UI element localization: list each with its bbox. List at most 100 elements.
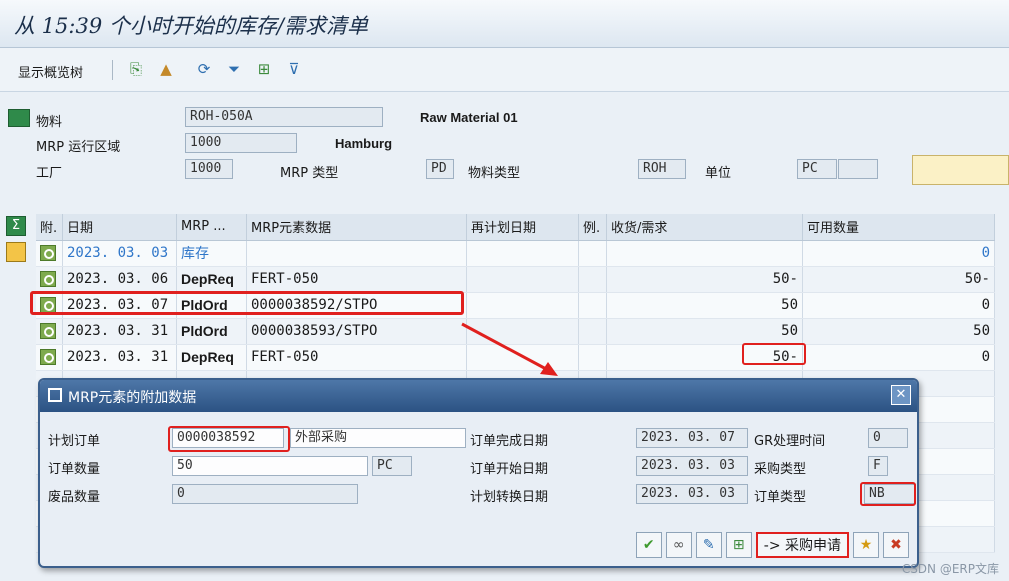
row-mrp-element-data-cell: FERT-050 (246, 344, 467, 371)
annotation-arrow (461, 322, 558, 376)
header-toggle-icon[interactable] (8, 109, 30, 127)
mrp-area-field[interactable]: 1000 (185, 133, 297, 153)
glasses-icon[interactable]: ∞ (665, 532, 692, 558)
row-attach-cell (36, 318, 63, 345)
toolbar: 显示概览树 ⎘ ▲ ⟳ ⏷ ⊞ ⊽ (0, 48, 1009, 92)
planned-order-label: 计划订单 (48, 434, 101, 449)
row-mrp-element-cell: DepReq (176, 266, 247, 293)
order-finish-date-label: 订单完成日期 (470, 434, 549, 449)
unit-field[interactable]: PC (797, 159, 837, 179)
dialog-titlebar: MRP元素的附加数据 ✕ (40, 380, 917, 412)
toolbar-separator (112, 60, 113, 80)
order-finish-date-field[interactable]: 2023. 03. 07 (636, 428, 748, 448)
order-type-label: 订单类型 (754, 490, 807, 505)
row-receipt-requirement-cell: 50- (606, 266, 803, 293)
cancel-button[interactable]: ✖ (883, 532, 909, 558)
dialog-title: MRP元素的附加数据 (68, 390, 197, 406)
material-description: Raw Material 01 (420, 110, 518, 125)
order-start-date-label: 订单开始日期 (470, 462, 549, 477)
row-attach-cell (36, 344, 63, 371)
order-qty-label: 订单数量 (48, 462, 101, 477)
folder-icon[interactable] (6, 242, 26, 262)
table-row[interactable]: 2023. 03. 03 库存 0 (36, 240, 995, 267)
scrap-qty-label: 废品数量 (48, 490, 101, 505)
copy-icon[interactable]: ⎘ (126, 59, 146, 79)
hierarchy-icon[interactable]: ⊞ (254, 59, 274, 79)
row-reschedule-cell (466, 266, 579, 293)
row-available-qty-cell: 50 (802, 318, 995, 345)
gr-processing-time-field[interactable]: 0 (868, 428, 908, 448)
material-type-field[interactable]: ROH (638, 159, 686, 179)
col-header-receipt-requirement[interactable]: 收货/需求 (606, 214, 803, 241)
conversion-date-field[interactable]: 2023. 03. 03 (636, 484, 748, 504)
table-header-row: 附. 日期 MRP ... MRP元素数据 再计划日期 例. 收货/需求 可用数… (36, 214, 995, 241)
filter-icon[interactable]: ⏷ (224, 59, 244, 79)
col-header-mrp-element-data[interactable]: MRP元素数据 (246, 214, 467, 241)
magnifier-icon[interactable] (40, 244, 56, 261)
row-mrp-element-cell: PldOrd (176, 318, 247, 345)
edit-pencil-icon[interactable]: ✎ (695, 532, 722, 558)
row-exception-cell (578, 266, 607, 293)
magnifier-icon[interactable] (40, 348, 56, 365)
row-reschedule-cell (466, 292, 579, 319)
material-type-label: 物料类型 (468, 166, 521, 181)
highlight-requirement-qty (742, 343, 806, 365)
hierarchy-icon[interactable]: ⊞ (725, 532, 752, 558)
mrp-area-label: MRP 运行区域 (36, 140, 121, 155)
procurement-type-label: 采购类型 (754, 462, 807, 477)
col-header-date[interactable]: 日期 (62, 214, 177, 241)
plant-label: 工厂 (36, 166, 63, 181)
dialog-button-bar: ✔ ∞ ✎ ⊞ -> 采购申请 ★ ✖ (635, 532, 909, 558)
order-start-date-field[interactable]: 2023. 03. 03 (636, 456, 748, 476)
row-mrp-element-cell: 库存 (176, 240, 247, 267)
row-available-qty-cell: 0 (802, 292, 995, 319)
conversion-date-label: 计划转换日期 (470, 490, 549, 505)
row-receipt-requirement-cell (606, 240, 803, 267)
unit-extra-field (838, 159, 878, 179)
row-exception-cell (578, 292, 607, 319)
dialog-close-button[interactable]: ✕ (891, 385, 911, 405)
magnifier-icon[interactable] (40, 322, 56, 339)
row-mrp-element-cell: DepReq (176, 344, 247, 371)
show-overview-tree-button[interactable]: 显示概览树 (18, 62, 83, 81)
gr-processing-time-label: GR处理时间 (754, 434, 826, 449)
col-header-attach[interactable]: 附. (36, 214, 63, 241)
order-qty-field[interactable]: 50 (172, 456, 368, 476)
row-receipt-requirement-cell: 50 (606, 292, 803, 319)
dialog-window-icon (48, 388, 62, 402)
filter-clear-icon[interactable]: ⊽ (284, 59, 304, 79)
row-exception-cell (578, 344, 607, 371)
table-row[interactable]: 2023. 03. 06 DepReq FERT-050 50- 50- (36, 266, 995, 293)
star-icon[interactable]: ★ (853, 532, 879, 558)
row-reschedule-cell (466, 240, 579, 267)
col-header-available-qty[interactable]: 可用数量 (802, 214, 995, 241)
row-available-qty-cell: 50- (802, 266, 995, 293)
order-qty-unit-field[interactable]: PC (372, 456, 412, 476)
page-title: 从 15:39 个小时开始的库存/需求清单 (14, 14, 368, 38)
row-available-qty-cell: 0 (802, 240, 995, 267)
highlight-planned-order-row (30, 291, 464, 315)
mrp-type-field[interactable]: PD (426, 159, 454, 179)
sum-icon[interactable]: Σ (6, 216, 26, 236)
row-receipt-requirement-cell: 50 (606, 318, 803, 345)
confirm-button[interactable]: ✔ (635, 532, 662, 558)
magnifier-icon[interactable] (40, 270, 56, 287)
window-titlebar: 从 15:39 个小时开始的库存/需求清单 (0, 0, 1009, 48)
mrp-element-additional-data-dialog: MRP元素的附加数据 ✕ 计划订单 0000038592 外部采购 订单数量 5… (38, 378, 919, 568)
col-header-exception[interactable]: 例. (578, 214, 607, 241)
purchase-requisition-button[interactable]: -> 采购申请 (755, 532, 849, 558)
col-header-reschedule-date[interactable]: 再计划日期 (466, 214, 579, 241)
refresh-icon[interactable]: ⟳ (194, 59, 214, 79)
highlight-order-type (860, 482, 916, 506)
row-exception-cell (578, 318, 607, 345)
col-header-mrp-element[interactable]: MRP ... (176, 214, 247, 241)
plant-field[interactable]: 1000 (185, 159, 233, 179)
unit-label: 单位 (705, 166, 732, 181)
procurement-type-field[interactable]: F (868, 456, 888, 476)
mountain-icon[interactable]: ▲ (156, 59, 176, 79)
header-section: 物料 ROH-050A Raw Material 01 MRP 运行区域 100… (0, 93, 1009, 203)
row-available-qty-cell: 0 (802, 344, 995, 371)
scrap-qty-field[interactable]: 0 (172, 484, 358, 504)
material-field[interactable]: ROH-050A (185, 107, 383, 127)
mrp-type-label: MRP 类型 (280, 166, 339, 181)
